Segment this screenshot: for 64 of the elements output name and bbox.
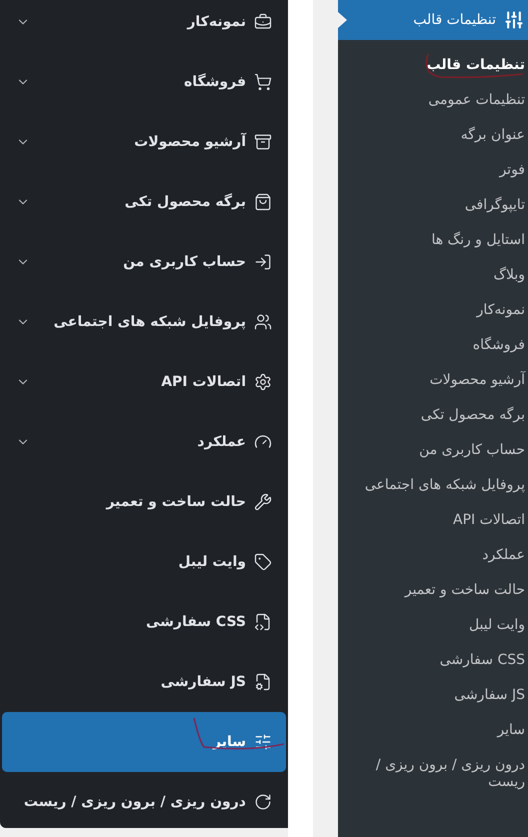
file-code-icon (254, 613, 272, 631)
submenu-item[interactable]: درون ریزی / برون ریزی / ریست (360, 757, 525, 791)
submenu-item[interactable]: پروفایل شبکه های اجتماعی (360, 477, 525, 494)
menu-item[interactable]: اتصالات API (2, 352, 286, 412)
menu-label: CSS سفارشی (146, 612, 246, 632)
gauge-icon (254, 433, 272, 451)
menu-label: JS سفارشی (160, 672, 246, 692)
submenu-item[interactable]: اتصالات API (360, 512, 525, 529)
menu-item[interactable]: وایت لیبل (2, 532, 286, 592)
submenu-item[interactable]: استایل و رنگ ها (360, 232, 525, 249)
menu-label: وایت لیبل (178, 552, 246, 572)
menu-label: درون ریزی / برون ریزی / ریست (24, 792, 246, 812)
submenu-item[interactable]: وایت لیبل (360, 617, 525, 634)
menu-title: تنظیمات قالب (413, 10, 496, 30)
menu-item[interactable]: JS سفارشی (2, 652, 286, 712)
menu-item[interactable]: آرشیو محصولات (2, 112, 286, 172)
cart-icon (254, 73, 272, 91)
sliders-icon (504, 10, 524, 30)
login-icon (254, 253, 272, 271)
menu-item[interactable]: حساب کاربری من (2, 232, 286, 292)
menu-item[interactable]: فروشگاه (2, 52, 286, 112)
menu-label: پروفایل شبکه های اجتماعی (54, 312, 246, 332)
menu-item[interactable]: حالت ساخت و تعمیر (2, 472, 286, 532)
menu-label: نمونه‌کار (187, 12, 246, 32)
submenu-item[interactable]: برگه محصول تکی (360, 407, 525, 424)
menu-item[interactable]: پروفایل شبکه های اجتماعی (2, 292, 286, 352)
submenu-item[interactable]: آرشیو محصولات (360, 372, 525, 389)
menu-item[interactable]: CSS سفارشی (2, 592, 286, 652)
submenu-item[interactable]: حالت ساخت و تعمیر (360, 582, 525, 599)
bag-icon (254, 193, 272, 211)
tag-icon (254, 553, 272, 571)
file-gear-icon (254, 673, 272, 691)
submenu-item[interactable]: فوتر (360, 162, 525, 179)
sliders-icon (254, 733, 272, 751)
submenu-item[interactable]: تنظیمات قالب (360, 57, 525, 74)
menu-label: اتصالات API (161, 372, 246, 392)
submenu-item[interactable]: فروشگاه (360, 337, 525, 354)
menu-header[interactable]: تنظیمات قالب (338, 0, 528, 40)
submenu-item[interactable]: تنظیمات عمومی (360, 92, 525, 109)
wrench-icon (254, 493, 272, 511)
menu-label: عملکرد (197, 432, 246, 452)
users-icon (254, 313, 272, 331)
menu-item[interactable]: عملکرد (2, 412, 286, 472)
submenu-item[interactable]: سایر (360, 722, 525, 739)
submenu-item[interactable]: حساب کاربری من (360, 442, 525, 459)
submenu-item[interactable]: عنوان برگه (360, 127, 525, 144)
briefcase-icon (254, 13, 272, 31)
menu-item[interactable]: درون ریزی / برون ریزی / ریست (2, 772, 286, 832)
menu-label: حالت ساخت و تعمیر (106, 492, 246, 512)
submenu-item[interactable]: CSS سفارشی (360, 652, 525, 669)
menu-label: حساب کاربری من (123, 252, 246, 272)
menu-label: فروشگاه (184, 72, 246, 92)
archive-icon (254, 133, 272, 151)
menu-item[interactable]: نمونه‌کار (2, 0, 286, 52)
menu-label: برگه محصول تکی (124, 192, 246, 212)
submenu-item[interactable]: عملکرد (360, 547, 525, 564)
submenu-item[interactable]: وبلاگ (360, 267, 525, 284)
submenu-item[interactable]: نمونه‌کار (360, 302, 525, 319)
menu-label: آرشیو محصولات (134, 132, 246, 152)
refresh-icon (254, 793, 272, 811)
settings-icon (254, 373, 272, 391)
submenu-item[interactable]: تایپوگرافی (360, 197, 525, 214)
submenu-item[interactable]: JS سفارشی (360, 687, 525, 704)
menu-item[interactable]: برگه محصول تکی (2, 172, 286, 232)
